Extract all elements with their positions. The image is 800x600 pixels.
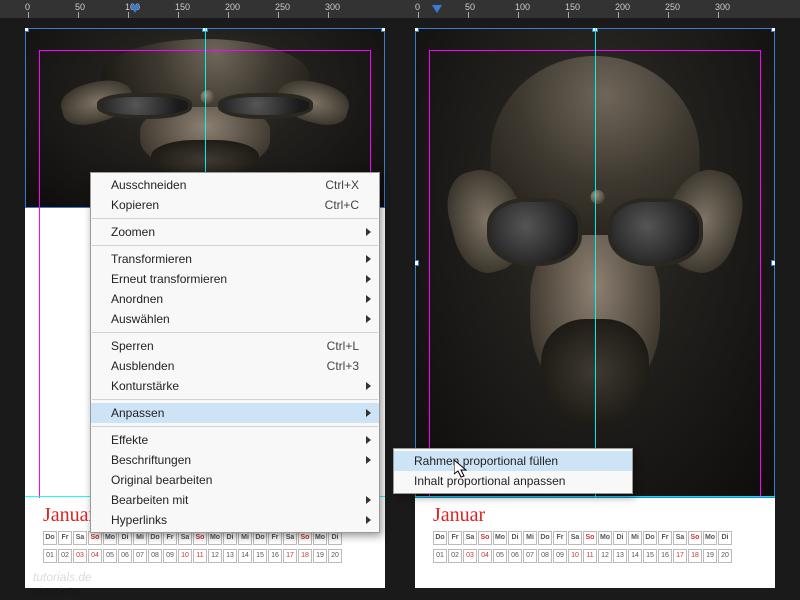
submenu-arrow-icon bbox=[366, 516, 371, 524]
horizontal-ruler: (function(){ var d=JSON.parse(document.g… bbox=[0, 0, 800, 18]
submenu-item-fit-content-proportionally[interactable]: Inhalt proportional anpassen bbox=[394, 471, 632, 491]
menu-item-select[interactable]: Auswählen bbox=[91, 309, 379, 329]
menu-item-arrange[interactable]: Anordnen bbox=[91, 289, 379, 309]
menu-item-hide[interactable]: AusblendenCtrl+3 bbox=[91, 356, 379, 376]
menu-item-edit-original[interactable]: Original bearbeiten bbox=[91, 470, 379, 490]
menu-item-stroke-weight[interactable]: Konturstärke bbox=[91, 376, 379, 396]
submenu-arrow-icon bbox=[366, 255, 371, 263]
menu-item-transform[interactable]: Transformieren bbox=[91, 249, 379, 269]
menu-item-lock[interactable]: SperrenCtrl+L bbox=[91, 336, 379, 356]
submenu-arrow-icon bbox=[366, 382, 371, 390]
calendar-block-right: Januar DoFrSaSoMoDiMiDoFrSaSoMoDiMiDoFrS… bbox=[415, 498, 775, 588]
submenu-arrow-icon bbox=[366, 409, 371, 417]
menu-item-cut[interactable]: AusschneidenCtrl+X bbox=[91, 175, 379, 195]
menu-item-fitting[interactable]: Anpassen bbox=[91, 403, 379, 423]
calendar-grid: DoFrSaSoMoDiMiDoFrSaSoMoDiMiDoFrSaSoMoDi bbox=[43, 531, 367, 545]
ruler-marker-icon bbox=[130, 5, 140, 13]
context-menu[interactable]: AusschneidenCtrl+X KopierenCtrl+C Zoomen… bbox=[90, 172, 380, 533]
menu-item-copy[interactable]: KopierenCtrl+C bbox=[91, 195, 379, 215]
month-title: Januar bbox=[433, 504, 757, 527]
submenu-arrow-icon bbox=[366, 228, 371, 236]
ruler-marker-icon bbox=[432, 5, 442, 13]
submenu-arrow-icon bbox=[366, 496, 371, 504]
watermark-text: tutorials.de bbox=[33, 570, 92, 584]
menu-item-hyperlinks[interactable]: Hyperlinks bbox=[91, 510, 379, 530]
menu-item-captions[interactable]: Beschriftungen bbox=[91, 450, 379, 470]
submenu-arrow-icon bbox=[366, 436, 371, 444]
submenu-arrow-icon bbox=[366, 315, 371, 323]
fitting-submenu[interactable]: Rahmen proportional füllen Inhalt propor… bbox=[393, 448, 633, 494]
submenu-item-fill-frame-proportionally[interactable]: Rahmen proportional füllen bbox=[394, 451, 632, 471]
menu-item-effects[interactable]: Effekte bbox=[91, 430, 379, 450]
submenu-arrow-icon bbox=[366, 456, 371, 464]
menu-item-zoom[interactable]: Zoomen bbox=[91, 222, 379, 242]
submenu-arrow-icon bbox=[366, 275, 371, 283]
watermark-text: viaprinto bbox=[33, 584, 78, 598]
menu-item-transform-again[interactable]: Erneut transformieren bbox=[91, 269, 379, 289]
submenu-arrow-icon bbox=[366, 295, 371, 303]
page-spread-right[interactable]: Januar DoFrSaSoMoDiMiDoFrSaSoMoDiMiDoFrS… bbox=[415, 28, 775, 588]
menu-item-edit-with[interactable]: Bearbeiten mit bbox=[91, 490, 379, 510]
